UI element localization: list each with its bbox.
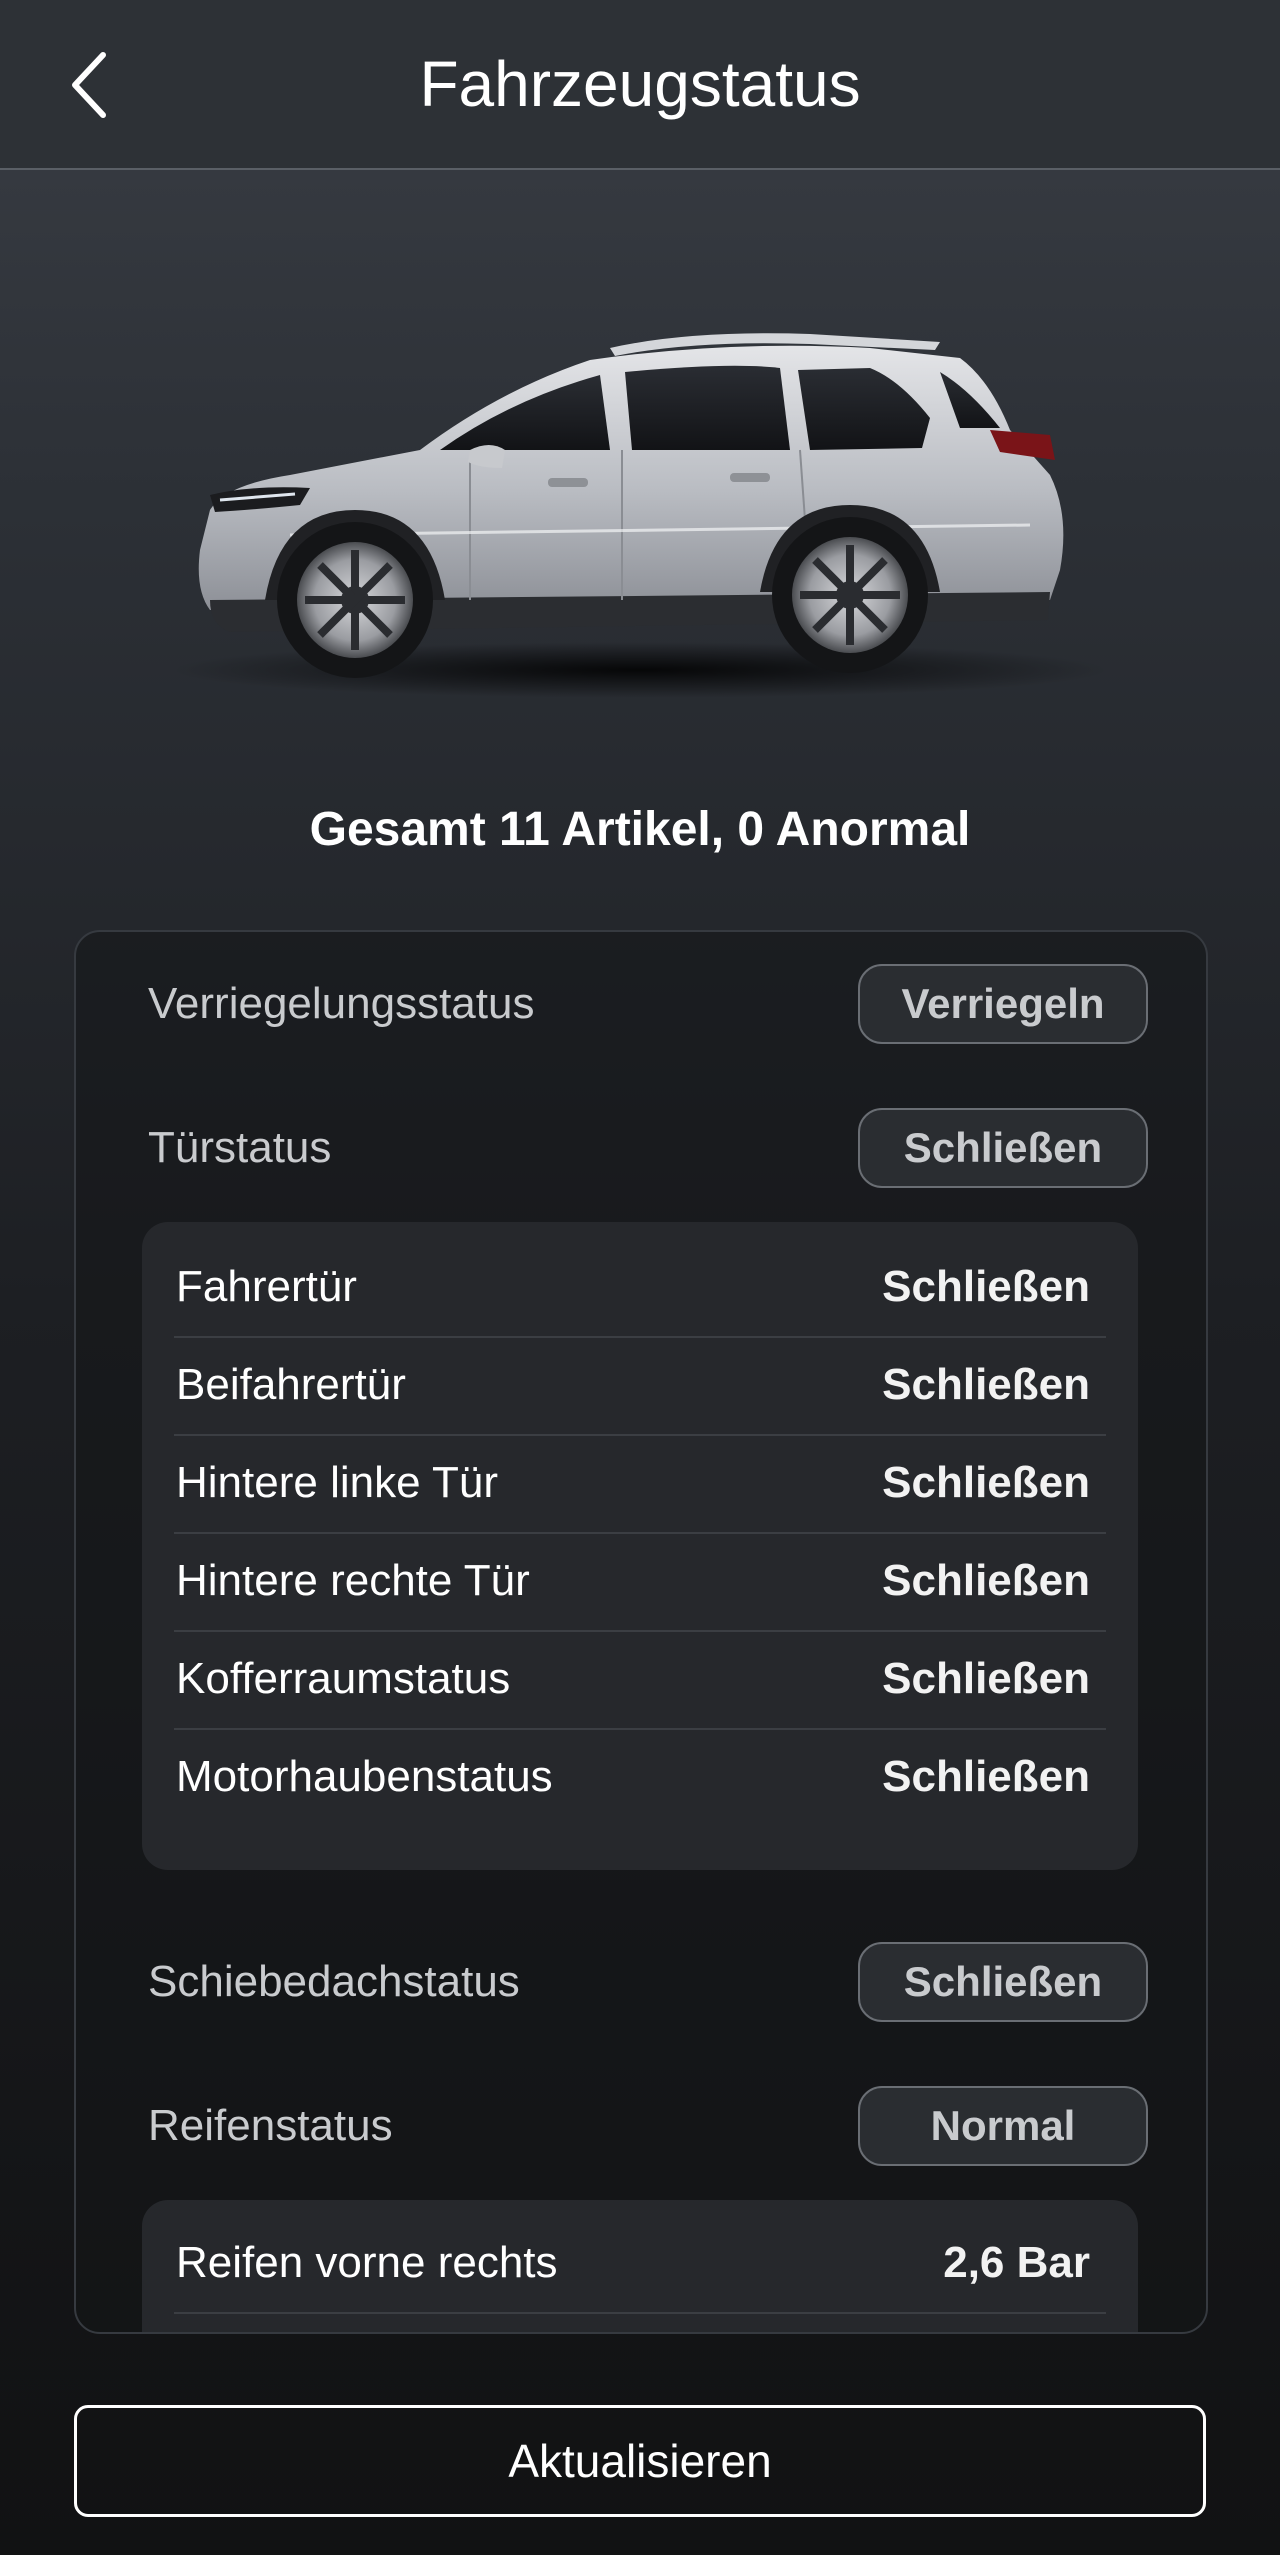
list-item: Motorhaubenstatus Schließen [174, 1728, 1106, 1826]
trunk-label: Kofferraumstatus [176, 1654, 511, 1703]
list-item: Kofferraumstatus Schließen [174, 1630, 1106, 1730]
door-value: Schließen [882, 1360, 1090, 1409]
status-summary: Gesamt 11 Artikel, 0 Anormal [309, 803, 971, 856]
door-value: Schließen [882, 1556, 1090, 1605]
door-status-label: Türstatus [148, 1123, 332, 1172]
top-app-bar: Fahrzeugstatus [0, 0, 1280, 170]
door-label: Fahrertür [176, 1262, 357, 1311]
sunroof-status-label: Schiebedachstatus [148, 1957, 520, 2006]
tire-status-label: Reifenstatus [148, 2101, 393, 2150]
tire-details-list: Reifen vorne rechts 2,6 Bar [142, 2200, 1138, 2332]
door-value: Schließen [882, 1262, 1090, 1311]
list-item: Beifahrertür Schließen [174, 1336, 1106, 1436]
lock-status-row: Verriegelungsstatus Verriegeln [148, 964, 1148, 1044]
tire-pressure-value: 2,6 Bar [943, 2238, 1090, 2287]
hood-value: Schließen [882, 1752, 1090, 1801]
refresh-button[interactable]: Aktualisieren [74, 2405, 1206, 2517]
sunroof-status-row: Schiebedachstatus Schließen [148, 1942, 1148, 2022]
door-value: Schließen [882, 1458, 1090, 1507]
tire-label: Reifen vorne rechts [176, 2238, 558, 2287]
tire-status-badge: Normal [858, 2086, 1148, 2166]
list-item: Hintere rechte Tür Schließen [174, 1532, 1106, 1632]
door-label: Hintere linke Tür [176, 1458, 498, 1507]
vehicle-image [170, 300, 1120, 720]
tire-status-row: Reifenstatus Normal [148, 2086, 1148, 2166]
page-title: Fahrzeugstatus [419, 48, 861, 120]
door-label: Hintere rechte Tür [176, 1556, 530, 1605]
door-status-badge: Schließen [858, 1108, 1148, 1188]
status-panel[interactable]: Verriegelungsstatus Verriegeln Türstatus… [74, 930, 1208, 2334]
trunk-value: Schließen [882, 1654, 1090, 1703]
list-item: Hintere linke Tür Schließen [174, 1434, 1106, 1534]
lock-status-label: Verriegelungsstatus [148, 979, 535, 1028]
lock-status-badge: Verriegeln [858, 964, 1148, 1044]
door-details-list: Fahrertür Schließen Beifahrertür Schließ… [142, 1222, 1138, 1870]
door-status-row: Türstatus Schließen [148, 1108, 1148, 1188]
hood-label: Motorhaubenstatus [176, 1752, 553, 1801]
sunroof-status-badge: Schließen [858, 1942, 1148, 2022]
door-label: Beifahrertür [176, 1360, 406, 1409]
list-item: Reifen vorne rechts 2,6 Bar [174, 2214, 1106, 2314]
list-item: Fahrertür Schließen [174, 1238, 1106, 1338]
